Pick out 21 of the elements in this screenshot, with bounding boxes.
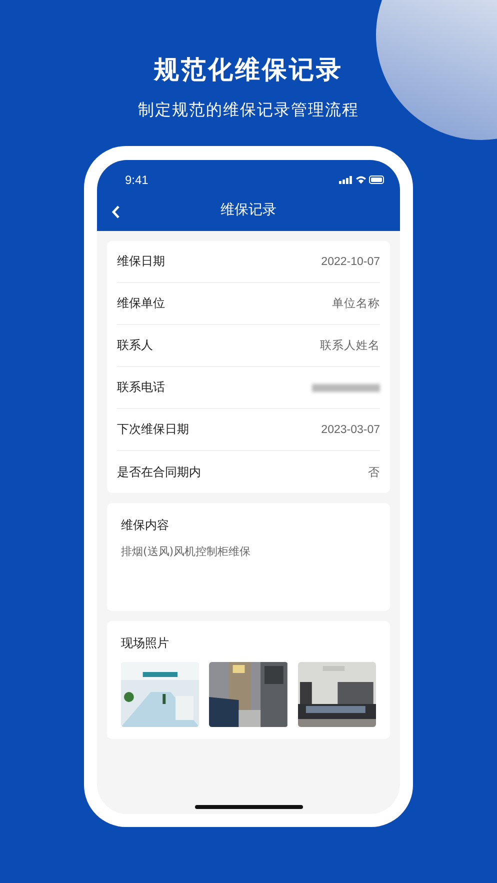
field-label: 下次维保日期 <box>117 421 189 438</box>
field-value: 2023-03-07 <box>321 424 380 436</box>
back-icon[interactable] <box>111 205 121 219</box>
field-label: 维保单位 <box>117 295 165 312</box>
field-value: 联系人姓名 <box>320 338 380 353</box>
status-icons <box>339 175 385 185</box>
field-value: 单位名称 <box>332 296 380 311</box>
field-label: 联系人 <box>117 337 153 354</box>
content-text: 排烟(送风)风机控制柜维保 <box>121 544 252 559</box>
status-time: 9:41 <box>125 173 148 187</box>
section-title: 维保内容 <box>121 517 170 534</box>
field-label: 是否在合同期内 <box>117 464 201 480</box>
blurred-value <box>312 384 380 392</box>
subheadline: 制定规范的维保记录管理流程 <box>138 99 359 121</box>
field-value: 2022-10-07 <box>321 256 380 268</box>
field-value: 否 <box>368 464 380 480</box>
headline: 规范化维保记录 <box>154 54 343 86</box>
field-label: 维保日期 <box>117 253 165 270</box>
section-title: 现场照片 <box>121 635 170 652</box>
field-label: 联系电话 <box>117 379 165 396</box>
screen-title: 维保记录 <box>220 200 276 218</box>
